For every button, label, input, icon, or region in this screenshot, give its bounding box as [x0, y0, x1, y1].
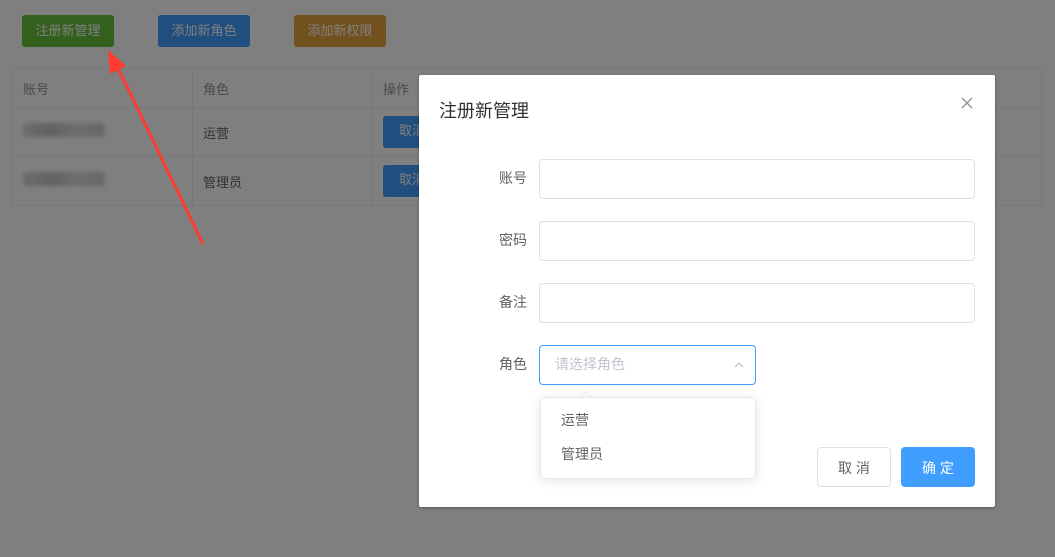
dialog-title: 注册新管理: [439, 101, 529, 122]
role-select-placeholder: 请选择角色: [555, 357, 625, 373]
confirm-button[interactable]: 确 定: [901, 447, 975, 487]
account-input[interactable]: [539, 159, 975, 199]
account-row: 账号: [419, 159, 995, 199]
account-label: 账号: [499, 171, 527, 187]
password-input[interactable]: [539, 221, 975, 261]
remark-input[interactable]: [539, 283, 975, 323]
password-row: 密码: [419, 221, 995, 261]
role-option-ops[interactable]: 运营: [541, 404, 755, 438]
remark-row: 备注: [419, 283, 995, 323]
password-label: 密码: [499, 233, 527, 249]
close-icon[interactable]: [959, 95, 975, 111]
role-label: 角色: [499, 357, 527, 373]
remark-label: 备注: [499, 295, 527, 311]
chevron-up-icon: [734, 362, 744, 368]
role-row: 角色 请选择角色: [419, 345, 995, 385]
role-option-admin[interactable]: 管理员: [541, 438, 755, 472]
role-select[interactable]: 请选择角色: [539, 345, 756, 385]
role-dropdown: 运营 管理员: [540, 397, 756, 479]
cancel-button[interactable]: 取 消: [817, 447, 891, 487]
